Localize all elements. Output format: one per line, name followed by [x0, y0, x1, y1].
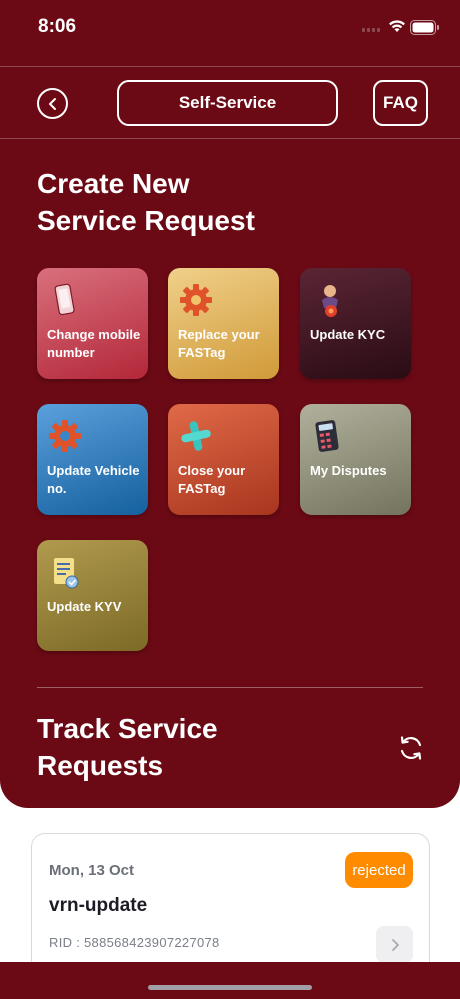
signal-icon	[362, 28, 380, 32]
request-title: vrn-update	[49, 895, 148, 916]
mobile-phone-icon	[54, 283, 75, 316]
tile-label: Change mobile number	[47, 327, 141, 360]
battery-icon	[410, 20, 439, 35]
faq-button[interactable]: FAQ	[373, 80, 428, 126]
track-title-line2: Requests	[37, 750, 164, 781]
track-section-title: Track Service Requests	[37, 710, 218, 784]
track-title-line1: Track Service	[37, 713, 218, 744]
header-bottom-divider	[0, 138, 460, 139]
create-section-title: Create New Service Request	[37, 165, 255, 239]
request-card[interactable]: Mon, 13 Oct rejected vrn-update RID : 58…	[31, 833, 430, 983]
chevron-left-icon	[48, 97, 56, 110]
status-bar: 8:06	[0, 0, 460, 60]
tile-close-fastag[interactable]: Close your FASTag	[168, 404, 279, 515]
wifi-icon	[389, 20, 405, 32]
tile-my-disputes[interactable]: My Disputes	[300, 404, 411, 515]
home-indicator[interactable]	[148, 985, 312, 990]
gear-icon	[49, 420, 81, 452]
request-rid: RID : 588568423907227078	[49, 935, 220, 950]
gear-icon	[180, 284, 212, 316]
back-button[interactable]	[37, 88, 68, 119]
tile-label: Update KYV	[47, 599, 122, 614]
status-time: 8:06	[38, 16, 77, 37]
tile-label: Close your FASTag	[178, 463, 246, 496]
section-divider	[37, 687, 423, 688]
tile-update-kyv[interactable]: Update KYV	[37, 540, 148, 651]
request-open-button[interactable]	[376, 926, 413, 963]
create-title-line2: Service Request	[37, 205, 255, 236]
page-title: Self-Service	[117, 80, 338, 126]
status-badge: rejected	[345, 852, 413, 888]
calculator-icon	[315, 420, 339, 452]
bottom-bar	[0, 962, 460, 999]
create-title-line1: Create New	[37, 168, 190, 199]
plus-icon	[181, 421, 211, 451]
chevron-right-icon	[391, 938, 399, 951]
tile-label: Update Vehicle no.	[47, 463, 140, 496]
refresh-icon[interactable]	[396, 733, 426, 763]
tile-label: My Disputes	[310, 463, 387, 478]
header-top-divider	[0, 66, 460, 67]
tile-update-kyc[interactable]: Update KYC	[300, 268, 411, 379]
tile-label: Replace your FASTag	[178, 327, 260, 360]
document-icon	[54, 558, 79, 589]
tile-label: Update KYC	[310, 327, 386, 342]
request-date: Mon, 13 Oct	[49, 862, 135, 879]
tile-change-mobile[interactable]: Change mobile number	[37, 268, 148, 379]
tile-replace-fastag[interactable]: Replace your FASTag	[168, 268, 279, 379]
tile-update-vehicle[interactable]: Update Vehicle no.	[37, 404, 148, 515]
person-icon	[322, 285, 338, 317]
